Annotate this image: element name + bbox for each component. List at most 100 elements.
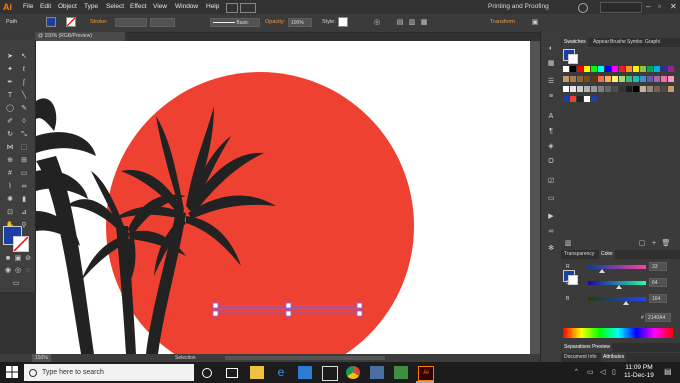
color-panel-icon[interactable]: ◐ [546,44,556,54]
swatch-chip[interactable] [640,76,646,82]
swatch-chip[interactable] [577,76,583,82]
tab-graphic-styles[interactable]: Graphi [643,38,662,47]
draw-inside-icon[interactable]: ◌ [23,266,33,276]
perspective-grid-tool-icon[interactable]: ⊞ [19,156,29,166]
asset-export-icon[interactable]: ▭ [546,194,556,204]
swatch-grid[interactable] [563,66,675,114]
swatch-chip[interactable] [661,86,667,92]
curvature-tool-icon[interactable]: ∫ [19,78,29,88]
menu-edit[interactable]: Edit [40,0,51,14]
swatch-chip[interactable] [654,66,660,72]
stroke-label[interactable]: Stroke: [90,18,107,27]
swatch-chip[interactable] [654,86,660,92]
swatch-chip[interactable] [605,86,611,92]
delete-swatch-icon[interactable]: 🗑 [661,239,671,249]
column-graph-tool-icon[interactable]: ▮ [19,195,29,205]
anchor-handle-tl[interactable] [212,302,219,309]
swatch-chip[interactable] [633,66,639,72]
menu-effect[interactable]: Effect [130,0,147,14]
edge-icon[interactable]: e [274,366,288,379]
libraries-icon[interactable]: ☰ [546,77,556,87]
camtasia-icon[interactable] [394,366,408,379]
menu-window[interactable]: Window [175,0,198,14]
green-value-field[interactable]: 64 [649,278,667,287]
volume-icon[interactable]: ◁ [600,368,605,376]
color-mode-icon[interactable]: ■ [3,254,13,264]
direct-selection-tool-icon[interactable]: ↖ [19,52,29,62]
red-slider[interactable] [588,265,646,269]
swatch-chip[interactable] [612,76,618,82]
stroke-weight-field[interactable] [115,18,147,27]
width-tool-icon[interactable]: ⋈ [5,143,15,153]
swatch-chip[interactable] [598,66,604,72]
green-slider-thumb[interactable] [616,285,622,289]
search-icon[interactable] [578,3,588,13]
cortana-icon[interactable] [202,368,212,378]
zoom-level[interactable]: 150% [32,354,51,362]
new-swatch-icon[interactable]: + [649,239,659,249]
actions-icon[interactable]: ▶ [546,212,556,222]
swatch-chip[interactable] [570,76,576,82]
hex-value-field[interactable]: 2140A4 [645,313,671,322]
swatch-libraries-icon[interactable]: ▥ [563,239,573,249]
lasso-tool-icon[interactable]: ℓ [19,65,29,75]
mesh-tool-icon[interactable]: # [5,169,15,179]
tab-symbols[interactable]: Symbo [625,38,645,47]
document-tab[interactable]: @ 150% (RGB/Preview) [35,32,125,41]
free-transform-tool-icon[interactable]: ⬚ [19,143,29,153]
tab-separations-preview[interactable]: Separations Preview [562,343,612,352]
slice-tool-icon[interactable]: ⊿ [19,208,29,218]
swatch-chip[interactable] [668,66,674,72]
arrange-documents-icon[interactable] [240,3,256,13]
menu-help[interactable]: Help [206,0,219,14]
blue-slider-thumb[interactable] [623,301,629,305]
menu-type[interactable]: Type [84,0,98,14]
tab-attributes[interactable]: Attributes [601,353,627,362]
swatch-chip[interactable] [598,76,604,82]
links-icon[interactable]: ∞ [546,227,556,237]
swatch-chip[interactable] [668,86,674,92]
gradient-tool-icon[interactable]: ▭ [19,169,29,179]
tab-color[interactable]: Color [599,250,615,259]
swatch-chip[interactable] [612,86,618,92]
taskbar-search-input[interactable]: Type here to search [24,364,194,381]
swatch-chip[interactable] [591,76,597,82]
symbol-sprayer-tool-icon[interactable]: ✺ [5,195,15,205]
swatch-chip[interactable] [570,86,576,92]
pen-tool-icon[interactable]: ✒ [5,78,15,88]
anchor-handle-tm[interactable] [285,302,292,309]
swatch-chip[interactable] [640,66,646,72]
graphic-style-swatch[interactable] [338,17,348,27]
selection-tool-icon[interactable]: ➤ [5,52,15,62]
paintbrush-tool-icon[interactable]: ✎ [19,104,29,114]
swatch-stroke-indicator[interactable] [568,54,578,64]
red-slider-thumb[interactable] [599,269,605,273]
color-guide-icon[interactable]: ▦ [546,59,556,69]
mail-icon[interactable] [322,366,338,381]
swatch-chip[interactable] [633,86,639,92]
artboard-canvas[interactable] [36,41,530,354]
menu-file[interactable]: File [23,0,33,14]
stroke-panel-icon[interactable]: ≡ [546,92,556,102]
swatch-chip[interactable] [591,86,597,92]
swatch-chip[interactable] [619,76,625,82]
bridge-icon[interactable] [226,3,238,13]
paragraph-panel-icon[interactable]: ¶ [546,127,556,137]
blend-tool-icon[interactable]: ∞ [19,182,29,192]
none-mode-icon[interactable]: ⊘ [23,254,33,264]
eyedropper-tool-icon[interactable]: ⌇ [5,182,15,192]
anchor-handle-tr[interactable] [356,302,363,309]
swatch-chip[interactable] [563,76,569,82]
minimize-icon[interactable]: – [646,0,650,14]
swatch-chip[interactable] [598,86,604,92]
line-tool-icon[interactable]: ╲ [19,91,29,101]
shaper-tool-icon[interactable]: ✐ [5,117,15,127]
scale-tool-icon[interactable]: ⤡ [19,130,29,140]
network-icon[interactable]: ▭ [587,368,594,376]
tab-document-info[interactable]: Document Info [562,353,599,362]
swatch-chip[interactable] [577,66,583,72]
swatch-chip[interactable] [640,86,646,92]
draw-behind-icon[interactable]: ◎ [13,266,23,276]
magic-wand-tool-icon[interactable]: ✦ [5,65,15,75]
swatch-chip[interactable] [605,66,611,72]
